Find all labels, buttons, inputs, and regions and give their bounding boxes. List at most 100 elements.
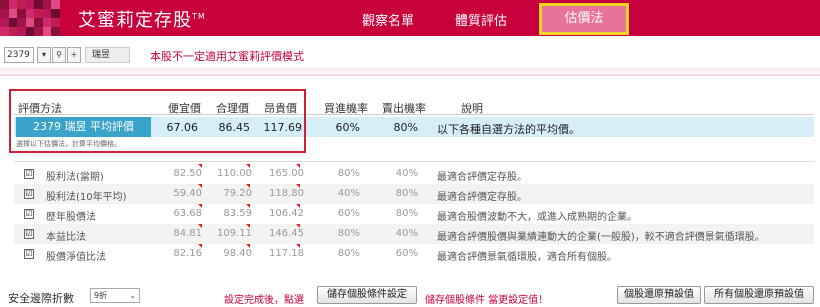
edit-marker-icon bbox=[198, 184, 202, 188]
logo-tile bbox=[51, 0, 60, 9]
method-fair-value[interactable]: 83.59 bbox=[210, 208, 252, 219]
logo-tile bbox=[8, 18, 18, 27]
edit-marker-icon bbox=[198, 164, 202, 168]
method-row: ☑ 股利法(10年平均) 59.40 79.20 118.80 40% 80% 最適合評價定存… bbox=[14, 184, 814, 204]
stock-toolbar: 2379 ▾ ⚲ + 瑞昱 本股不一定適用艾蜜莉評價模式 bbox=[0, 42, 820, 68]
search-icon[interactable]: ⚲ bbox=[52, 47, 66, 63]
method-expensive-value[interactable]: 117.18 bbox=[260, 248, 304, 259]
logo-tile bbox=[0, 27, 9, 36]
edit-marker-icon bbox=[246, 184, 250, 188]
edit-marker-icon bbox=[296, 224, 300, 228]
method-cheap-value[interactable]: 84.81 bbox=[166, 228, 202, 239]
edit-marker-icon bbox=[246, 204, 250, 208]
method-fair-value[interactable]: 79.20 bbox=[210, 188, 252, 199]
plus-icon[interactable]: + bbox=[67, 47, 81, 63]
method-row: ☑ 本益比法 84.81 109.11 146.45 80% 40% 最適合評價股價與業績連動… bbox=[14, 224, 814, 244]
method-buy-value: 80% bbox=[337, 248, 360, 259]
separator-rule bbox=[14, 161, 814, 162]
edit-marker-icon bbox=[246, 224, 250, 228]
method-checkbox[interactable]: ☑ bbox=[24, 249, 34, 259]
logo-tile bbox=[42, 9, 52, 18]
save-hint-2: 儲存個股條件 當更設定值！ bbox=[425, 295, 549, 306]
stock-code-input[interactable]: 2379 bbox=[4, 47, 34, 63]
method-label: 股價淨值比法 bbox=[46, 252, 106, 263]
edit-marker-icon bbox=[296, 184, 300, 188]
logo-tile bbox=[0, 18, 9, 27]
method-buy-value: 60% bbox=[337, 208, 360, 219]
method-label: 股利法(當期) bbox=[46, 172, 104, 183]
method-cheap-value[interactable]: 59.40 bbox=[166, 188, 202, 199]
nav-valuation[interactable]: 估價法 bbox=[539, 3, 629, 35]
method-expensive-value[interactable]: 106.42 bbox=[260, 208, 304, 219]
method-sell-value: 40% bbox=[395, 228, 418, 239]
method-checkbox[interactable]: ☑ bbox=[24, 169, 34, 179]
edit-marker-icon bbox=[246, 164, 250, 168]
logo-tile bbox=[25, 0, 35, 9]
method-description: 最適合評價景氣循環股，適合所有個股。 bbox=[437, 252, 617, 263]
logo-tile bbox=[25, 9, 35, 18]
method-buy-value: 80% bbox=[337, 168, 360, 179]
method-checkbox[interactable]: ☑ bbox=[24, 209, 34, 219]
discount-label: 安全邊際折數 bbox=[8, 292, 74, 305]
method-row: ☑ 歷年股價法 63.68 83.59 106.42 60% 80% 最適合股價波動不大，或進… bbox=[14, 204, 814, 224]
model-notice: 本股不一定適用艾蜜莉評價模式 bbox=[150, 50, 304, 63]
nav-health-check[interactable]: 體質評估 bbox=[455, 10, 507, 29]
logo-tile bbox=[8, 0, 18, 9]
method-cheap-value[interactable]: 82.16 bbox=[166, 248, 202, 259]
reset-all-button[interactable]: 所有個股還原預設值 bbox=[704, 286, 814, 304]
brand-title[interactable]: 艾蜜莉定存股TM bbox=[78, 6, 206, 32]
logo-pattern bbox=[0, 0, 60, 36]
logo-tile bbox=[34, 9, 43, 18]
summary-sell: 80% bbox=[393, 121, 418, 134]
method-description: 最適合評價定存股。 bbox=[437, 172, 527, 183]
method-sell-value: 40% bbox=[395, 168, 418, 179]
chevron-down-icon[interactable]: ▾ bbox=[37, 47, 51, 63]
logo-tile bbox=[17, 0, 26, 9]
method-checkbox[interactable]: ☑ bbox=[24, 189, 34, 199]
summary-buy: 60% bbox=[335, 121, 360, 134]
method-description: 最適合評價定存股。 bbox=[437, 192, 527, 203]
edit-marker-icon bbox=[198, 204, 202, 208]
method-description: 最適合股價波動不大，或進入成熟期的企業。 bbox=[437, 212, 637, 223]
logo-tile bbox=[17, 18, 26, 27]
method-expensive-value[interactable]: 146.45 bbox=[260, 228, 304, 239]
logo-tile bbox=[25, 18, 35, 27]
discount-value: 9折 bbox=[94, 291, 108, 300]
chevron-down-icon: ⌄ bbox=[129, 291, 136, 300]
method-sell-value: 80% bbox=[395, 208, 418, 219]
method-row: ☑ 股價淨值比法 82.16 98.40 117.18 80% 60% 最適合評價景氣循環股，… bbox=[14, 244, 814, 264]
logo-tile bbox=[17, 27, 26, 36]
nav-watchlist[interactable]: 觀察名單 bbox=[362, 10, 414, 29]
discount-select[interactable]: 9折 ⌄ bbox=[90, 288, 140, 303]
method-expensive-value[interactable]: 118.80 bbox=[260, 188, 304, 199]
top-header: 艾蜜莉定存股TM 觀察名單 體質評估 估價法 bbox=[0, 0, 820, 36]
method-buy-value: 80% bbox=[337, 228, 360, 239]
method-checkbox[interactable]: ☑ bbox=[24, 229, 34, 239]
reset-stock-button[interactable]: 個股還原預設值 bbox=[617, 286, 701, 304]
save-settings-button[interactable]: 儲存個股條件設定 bbox=[317, 286, 417, 304]
logo-tile bbox=[42, 0, 52, 9]
method-description: 最適合評價股價與業績連動大的企業(一般股)，較不適合評價景氣循環股。 bbox=[437, 232, 765, 243]
edit-marker-icon bbox=[198, 224, 202, 228]
edit-marker-icon bbox=[198, 244, 202, 248]
divider-line bbox=[0, 74, 820, 76]
edit-marker-icon bbox=[296, 164, 300, 168]
logo-tile bbox=[0, 9, 9, 18]
method-row: ☑ 股利法(當期) 82.50 110.00 165.00 80% 40% 最適合評價定存股。 bbox=[14, 164, 814, 184]
edit-marker-icon bbox=[296, 244, 300, 248]
method-expensive-value[interactable]: 165.00 bbox=[260, 168, 304, 179]
method-fair-value[interactable]: 110.00 bbox=[210, 168, 252, 179]
summary-desc: 以下各種自選方法的平均價。 bbox=[437, 123, 580, 136]
method-label: 股利法(10年平均) bbox=[46, 192, 127, 203]
method-cheap-value[interactable]: 82.50 bbox=[166, 168, 202, 179]
method-fair-value[interactable]: 98.40 bbox=[210, 248, 252, 259]
method-cheap-value[interactable]: 63.68 bbox=[166, 208, 202, 219]
logo-tile bbox=[34, 18, 43, 27]
logo-tile bbox=[34, 0, 43, 9]
method-sell-value: 60% bbox=[395, 248, 418, 259]
method-sell-value: 80% bbox=[395, 188, 418, 199]
method-fair-value[interactable]: 109.11 bbox=[210, 228, 252, 239]
method-buy-value: 40% bbox=[337, 188, 360, 199]
method-label: 歷年股價法 bbox=[46, 212, 96, 223]
logo-tile bbox=[0, 0, 9, 9]
